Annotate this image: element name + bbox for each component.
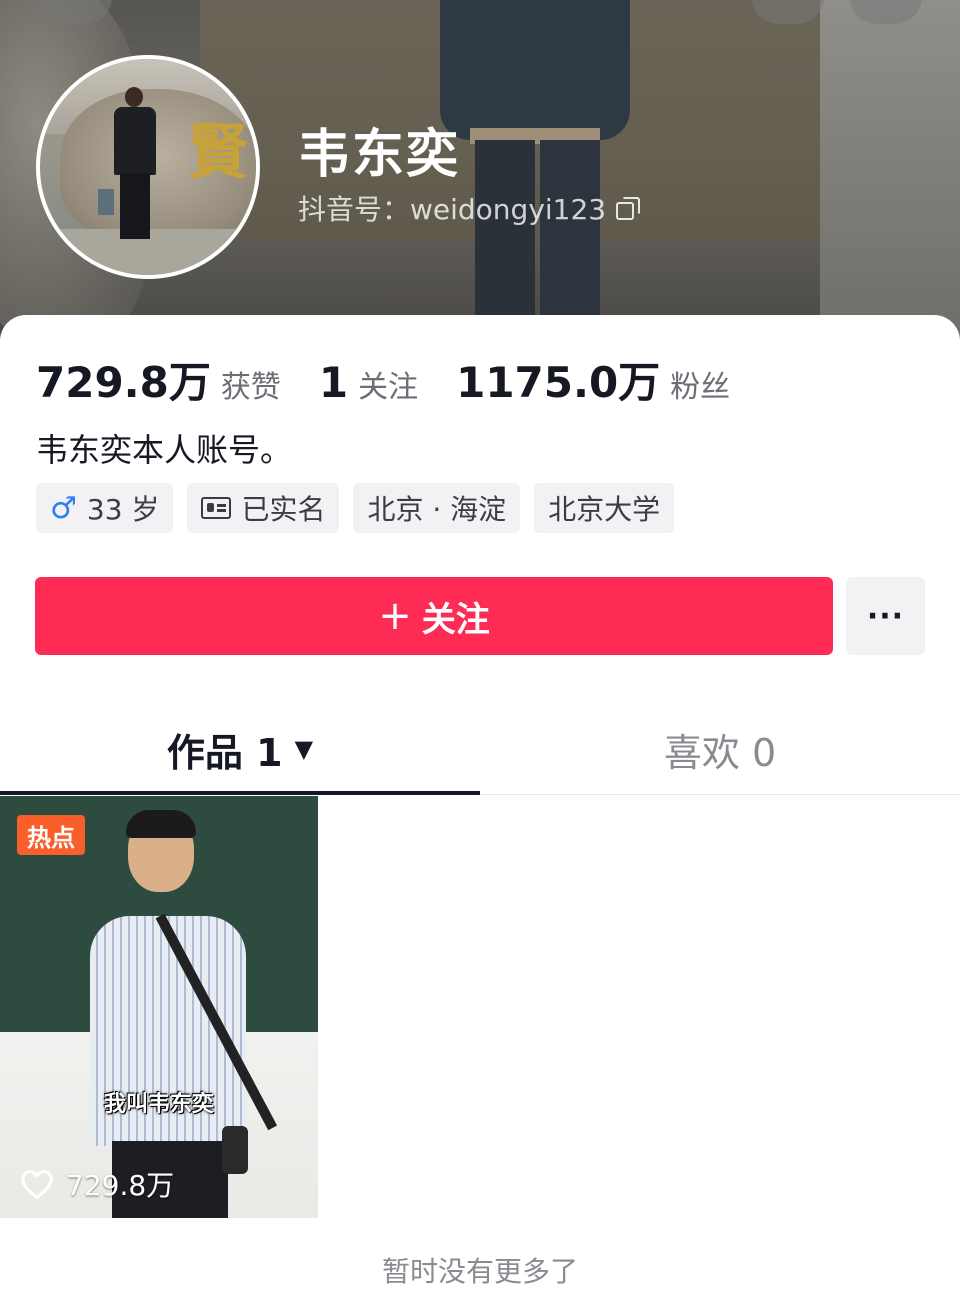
stat-following[interactable]: 1 关注 (319, 358, 418, 407)
stat-followers-label: 粉丝 (670, 370, 731, 405)
tag-school-text: 北京大学 (548, 493, 661, 526)
follow-button[interactable]: + 关注 (35, 577, 833, 655)
caret-down-icon: ▼ (294, 735, 314, 763)
profile-card: 729.8万 获赞 1 关注 1175.0万 粉丝 韦东奕本人账号。 ♂ 33 … (0, 315, 960, 1298)
video-likes-count: 729.8万 (66, 1169, 175, 1202)
douyin-id-text: 抖音号：weidongyi123 (298, 193, 607, 226)
stat-likes-label: 获赞 (220, 370, 281, 405)
stat-likes-value: 729.8万 (36, 358, 211, 407)
tag-age-text: 33 岁 (86, 493, 160, 526)
profile-tabs: 作品 1 ▼ 喜欢 0 (0, 705, 960, 795)
tab-works[interactable]: 作品 1 ▼ (0, 705, 480, 793)
video-subtitle: 我叫韦东奕 (104, 1092, 215, 1117)
tag-age: ♂ 33 岁 (36, 483, 174, 533)
profile-name: 韦东奕 (298, 125, 461, 185)
no-more-text: 暂时没有更多了 (381, 1255, 578, 1288)
active-tab-indicator (0, 791, 480, 795)
heart-icon (21, 1170, 53, 1200)
stats-row: 729.8万 获赞 1 关注 1175.0万 粉丝 (36, 349, 768, 410)
tag-school[interactable]: 北京大学 (534, 483, 675, 533)
tag-location-text: 北京 · 海淀 (367, 493, 507, 526)
douyin-id[interactable]: 抖音号：weidongyi123 (298, 188, 641, 228)
hot-badge: 热点 (17, 815, 85, 855)
video-thumbnail[interactable]: 热点 我叫韦东奕 729.8万 (0, 796, 318, 1218)
follow-button-label: 关注 (421, 599, 490, 640)
plus-icon: + (378, 593, 412, 639)
tab-works-label: 作品 1 (166, 730, 283, 775)
more-options-button[interactable]: ··· (846, 577, 925, 655)
stat-followers-value: 1175.0万 (456, 358, 661, 407)
stat-following-value: 1 (318, 358, 349, 407)
stat-likes[interactable]: 729.8万 获赞 (36, 349, 281, 410)
stat-following-label: 关注 (358, 370, 419, 405)
profile-bio: 韦东奕本人账号。 (36, 431, 293, 469)
tag-verified[interactable]: 已实名 (187, 483, 340, 533)
profile-header-background: 賢 韦东奕 抖音号：weidongyi123 (0, 0, 960, 340)
tab-likes[interactable]: 喜欢 0 (480, 705, 960, 793)
tab-likes-label: 喜欢 0 (663, 730, 777, 775)
male-icon: ♂ (50, 490, 77, 526)
id-card-icon (201, 497, 232, 519)
avatar-rock-inscription: 賢 (188, 118, 248, 188)
profile-tags: ♂ 33 岁 已实名 北京 · 海淀 北京大学 (36, 483, 675, 533)
more-dots-icon: ··· (866, 598, 905, 634)
stat-followers[interactable]: 1175.0万 粉丝 (456, 349, 730, 410)
tag-verified-text: 已实名 (241, 493, 326, 526)
copy-icon[interactable] (616, 197, 641, 220)
tag-location[interactable]: 北京 · 海淀 (353, 483, 521, 533)
video-likes: 729.8万 (20, 1164, 174, 1204)
avatar[interactable]: 賢 (36, 55, 260, 279)
